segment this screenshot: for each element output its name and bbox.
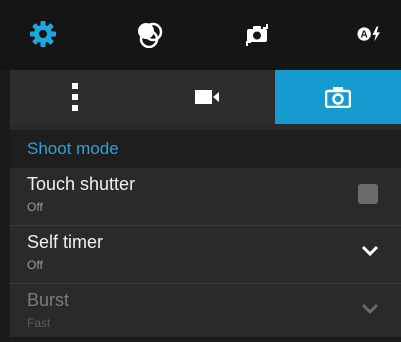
touch-shutter-checkbox[interactable] bbox=[358, 184, 378, 204]
switch-camera-icon[interactable] bbox=[242, 19, 272, 49]
color-effects-icon[interactable] bbox=[135, 19, 165, 49]
section-title: Shoot mode bbox=[27, 139, 119, 158]
tab-video[interactable] bbox=[140, 70, 275, 124]
setting-title: Self timer bbox=[27, 232, 104, 252]
camera-icon bbox=[325, 87, 351, 108]
setting-self-timer[interactable]: Self timer Off bbox=[10, 226, 401, 284]
gear-icon[interactable] bbox=[28, 19, 58, 49]
setting-value: Off bbox=[27, 258, 43, 272]
auto-flash-icon[interactable]: A bbox=[355, 19, 385, 49]
setting-value: Off bbox=[27, 200, 43, 214]
camera-toolbar: A bbox=[0, 0, 401, 70]
setting-title: Burst bbox=[27, 290, 70, 310]
settings-panel: Shoot mode Touch shutter Off Self timer … bbox=[10, 70, 401, 337]
setting-title: Touch shutter bbox=[27, 174, 136, 194]
chevron-down-icon[interactable] bbox=[360, 244, 380, 258]
chevron-down-icon bbox=[361, 303, 379, 315]
section-header: Shoot mode bbox=[10, 130, 401, 168]
tab-more[interactable] bbox=[10, 70, 140, 124]
settings-tabs bbox=[10, 70, 401, 124]
setting-burst: Burst Fast bbox=[10, 284, 401, 342]
video-camera-icon bbox=[194, 90, 219, 104]
more-vertical-icon bbox=[72, 83, 78, 111]
tab-photo[interactable] bbox=[275, 70, 401, 124]
svg-text:A: A bbox=[361, 30, 368, 41]
setting-touch-shutter[interactable]: Touch shutter Off bbox=[10, 168, 401, 226]
setting-value: Fast bbox=[27, 316, 51, 330]
